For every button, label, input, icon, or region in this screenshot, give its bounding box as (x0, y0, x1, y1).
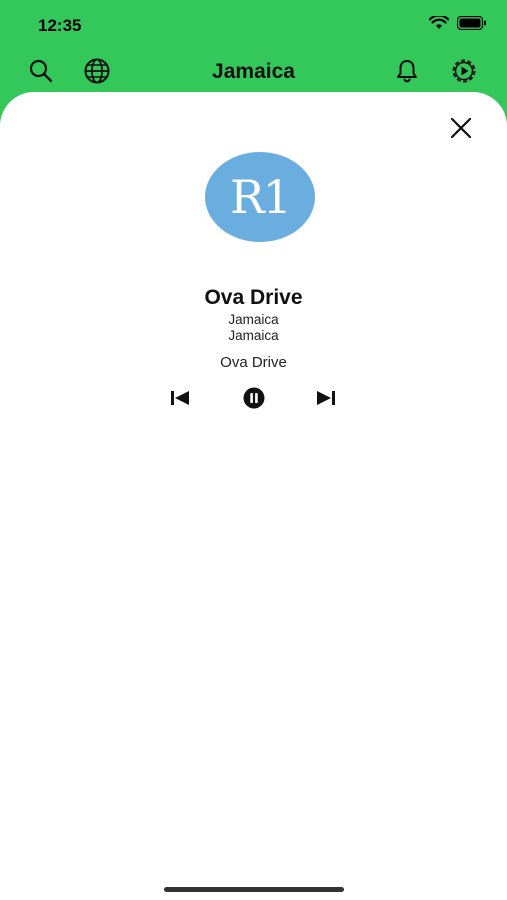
close-icon (449, 116, 473, 145)
next-button[interactable] (314, 388, 338, 412)
battery-icon (457, 16, 487, 30)
home-indicator[interactable] (164, 887, 344, 892)
pause-button[interactable] (242, 387, 266, 414)
station-subtitle-1: Jamaica (228, 312, 279, 327)
page-title: Jamaica (212, 60, 295, 83)
close-button[interactable] (446, 115, 476, 145)
now-playing-title: Ova Drive (220, 354, 287, 371)
status-time: 12:35 (38, 16, 82, 35)
pause-icon (243, 387, 265, 414)
bell-icon (394, 58, 420, 89)
previous-button[interactable] (168, 388, 192, 412)
station-name: Ova Drive (204, 286, 303, 309)
station-subtitle-2: Jamaica (228, 328, 279, 343)
next-icon (315, 390, 337, 411)
notifications-button[interactable] (392, 58, 422, 88)
settings-button[interactable] (449, 58, 479, 88)
settings-icon (449, 56, 479, 91)
wifi-icon (429, 16, 449, 30)
nav-bar: Jamaica (0, 52, 507, 92)
status-bar: 12:35 (0, 0, 507, 50)
playback-controls (0, 387, 507, 414)
station-logo-text: R1 (230, 170, 292, 224)
status-icons (429, 16, 487, 30)
previous-icon (169, 390, 191, 411)
station-logo: R1 (205, 152, 315, 242)
